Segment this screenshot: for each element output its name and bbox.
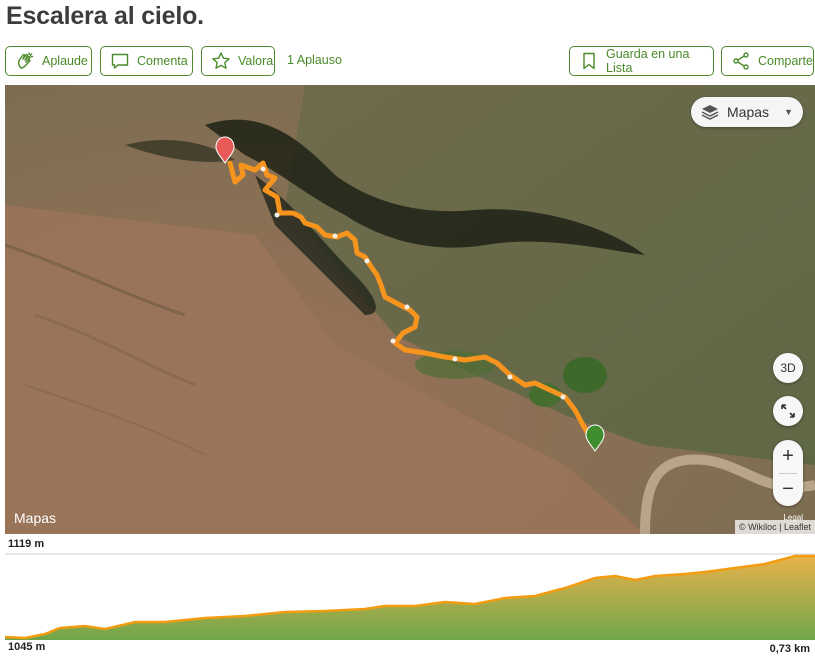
elevation-area bbox=[5, 556, 815, 640]
map-layer-button[interactable]: Mapas ▼ bbox=[691, 97, 803, 127]
zoom-control: + − bbox=[773, 440, 803, 506]
applause-count[interactable]: 1 Aplauso bbox=[287, 53, 342, 67]
clap-icon bbox=[17, 52, 34, 69]
elevation-max-label: 1119 m bbox=[8, 538, 45, 550]
route-map[interactable]: Mapas ▼ 3D + − Legal Mapas © Wikiloc | L… bbox=[5, 85, 815, 534]
save-label: Guarda en una Lista bbox=[606, 47, 690, 75]
map-attribution[interactable]: © Wikiloc | Leaflet bbox=[735, 520, 815, 534]
share-button[interactable]: Comparte bbox=[721, 46, 814, 76]
map-3d-button[interactable]: 3D bbox=[773, 353, 803, 383]
rate-button[interactable]: Valora bbox=[201, 46, 275, 76]
elevation-chart bbox=[4, 553, 815, 640]
expand-icon bbox=[781, 404, 795, 418]
action-toolbar: Aplaude Comenta Valora 1 Aplauso Guarda … bbox=[0, 46, 815, 76]
star-icon bbox=[212, 52, 230, 69]
chevron-down-icon: ▼ bbox=[784, 107, 793, 117]
apple-maps-logo: Mapas bbox=[14, 510, 56, 526]
applaud-label: Aplaude bbox=[42, 54, 88, 68]
comment-icon bbox=[111, 53, 129, 69]
bookmark-icon bbox=[583, 52, 595, 70]
rate-label: Valora bbox=[238, 54, 274, 68]
zoom-in-button[interactable]: + bbox=[773, 440, 803, 473]
applaud-button[interactable]: Aplaude bbox=[5, 46, 92, 76]
fullscreen-button[interactable] bbox=[773, 396, 803, 426]
comment-button[interactable]: Comenta bbox=[100, 46, 193, 76]
map-layer-label: Mapas bbox=[727, 104, 770, 120]
save-to-list-button[interactable]: Guarda en una Lista bbox=[569, 46, 714, 76]
satellite-terrain bbox=[5, 85, 815, 534]
comment-label: Comenta bbox=[137, 54, 188, 68]
page-title: Escalera al cielo. bbox=[6, 2, 204, 30]
share-label: Comparte bbox=[758, 54, 813, 68]
elevation-profile[interactable]: 1119 m 1045 m 0,73 km bbox=[4, 536, 815, 660]
distance-label: 0,73 km bbox=[769, 643, 810, 655]
zoom-out-button[interactable]: − bbox=[773, 473, 803, 506]
layers-icon bbox=[701, 105, 719, 120]
share-icon bbox=[733, 52, 749, 70]
elevation-min-label: 1045 m bbox=[8, 641, 46, 653]
maps-logo-text: Mapas bbox=[14, 510, 57, 526]
